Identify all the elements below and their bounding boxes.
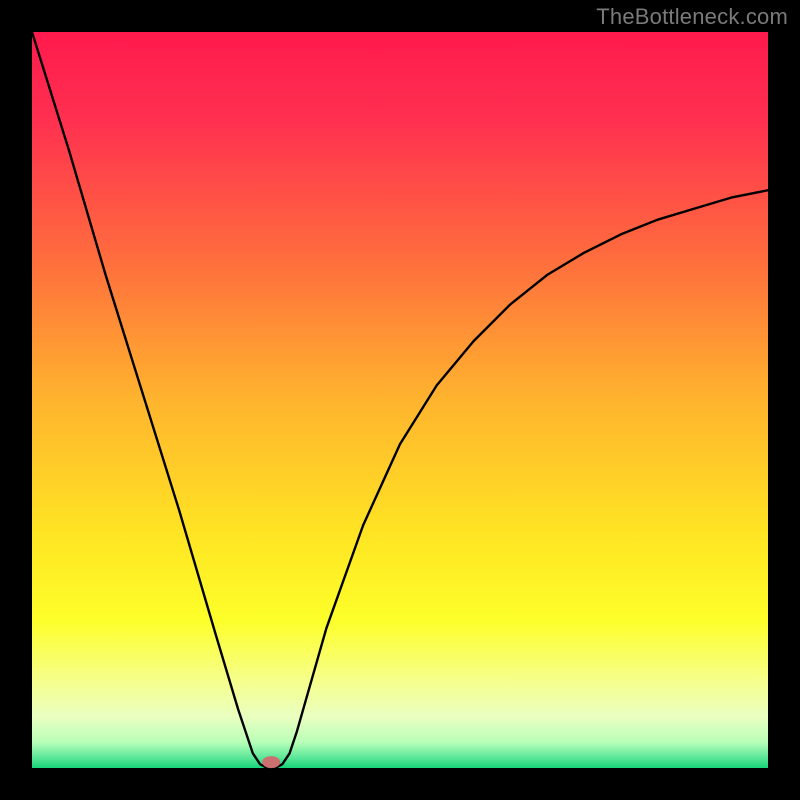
optimum-marker <box>262 756 280 768</box>
chart-frame: TheBottleneck.com <box>0 0 800 800</box>
bottleneck-chart <box>0 0 800 800</box>
chart-background <box>32 32 768 768</box>
watermark-text: TheBottleneck.com <box>596 4 788 30</box>
